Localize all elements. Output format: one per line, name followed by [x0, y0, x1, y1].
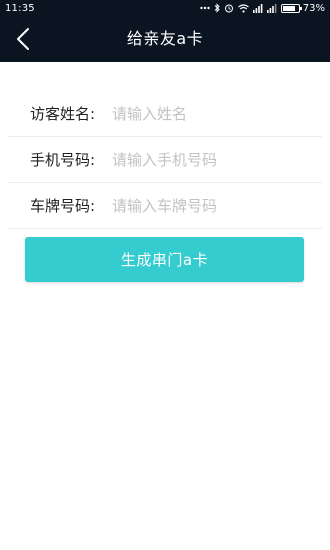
battery-icon	[280, 3, 302, 13]
visitor-form: 访客姓名: 手机号码: 车牌号码:	[8, 91, 322, 229]
status-time: 11:35	[5, 2, 35, 14]
signal-icon	[252, 3, 263, 13]
dots-icon	[200, 6, 210, 10]
plate-input[interactable]	[106, 190, 322, 221]
generate-card-button[interactable]: 生成串门a卡	[25, 237, 304, 282]
battery-percent: 73%	[302, 2, 325, 14]
plate-row: 车牌号码:	[8, 183, 322, 229]
visitor-name-row: 访客姓名:	[8, 91, 322, 137]
wifi-icon	[237, 3, 249, 13]
plate-label: 车牌号码:	[30, 197, 96, 215]
signal-icon	[266, 3, 277, 13]
phone-row: 手机号码:	[8, 137, 322, 183]
alarm-icon	[224, 4, 233, 13]
visitor-name-label: 访客姓名:	[30, 105, 96, 123]
nav-bar: 给亲友a卡	[0, 16, 330, 62]
bluetooth-icon	[214, 3, 220, 13]
battery-indicator: 73%	[280, 2, 325, 14]
page-title: 给亲友a卡	[126, 29, 204, 48]
visitor-name-input[interactable]	[106, 98, 322, 129]
phone-input[interactable]	[106, 144, 322, 175]
phone-label: 手机号码:	[30, 151, 96, 169]
status-icons: 73%	[200, 3, 325, 14]
status-bar: 11:35 73%	[0, 0, 330, 16]
